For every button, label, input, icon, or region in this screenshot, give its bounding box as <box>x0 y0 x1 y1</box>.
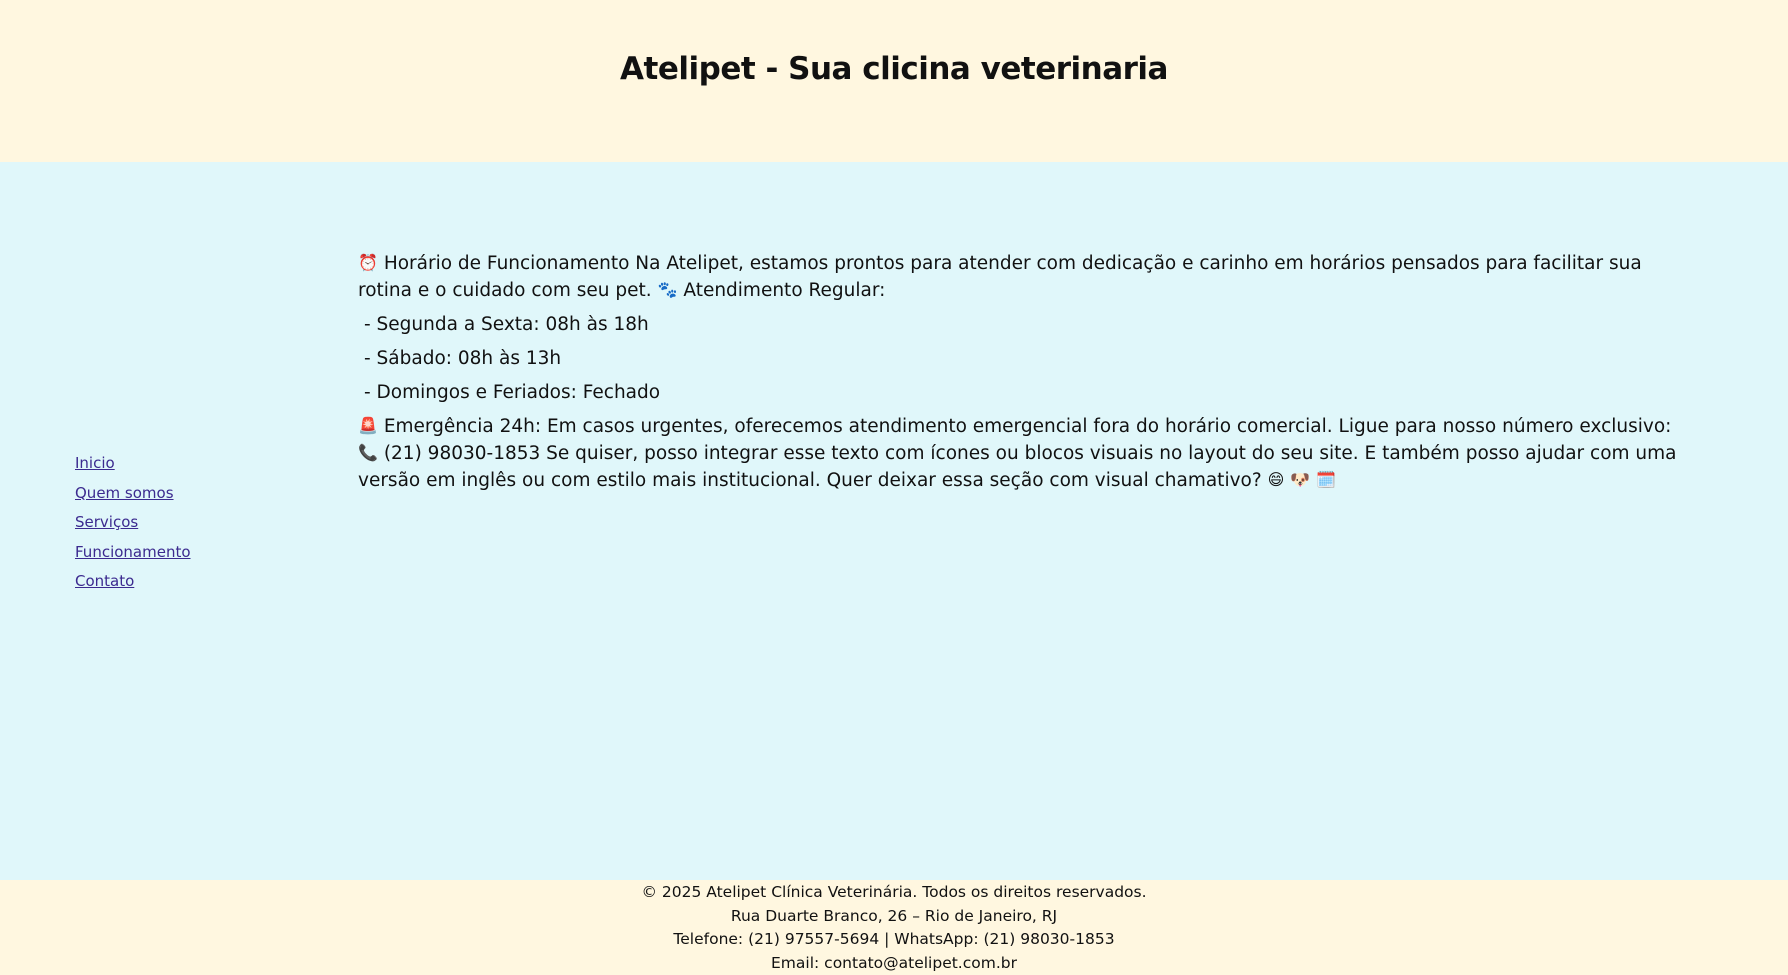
page-footer: © 2025 Atelipet Clínica Veterinária. Tod… <box>0 880 1788 975</box>
calendar-icon: 🗓️ <box>1316 472 1336 488</box>
phone-icon: 📞 <box>358 445 378 461</box>
nav-link-inicio[interactable]: Inicio <box>75 449 295 479</box>
footer-phone: Telefone: (21) 97557-5694 | WhatsApp: (2… <box>0 928 1788 952</box>
siren-icon: 🚨 <box>358 418 378 434</box>
grinning-face-icon: 😄 <box>1268 472 1285 488</box>
hours-sunday-holidays: - Domingos e Feriados: Fechado <box>358 379 1693 406</box>
footer-copyright: © 2025 Atelipet Clínica Veterinária. Tod… <box>0 881 1788 905</box>
nav-link-quem-somos[interactable]: Quem somos <box>75 479 295 509</box>
emergency-text-continued: (21) 98030-1853 Se quiser, posso integra… <box>358 443 1677 491</box>
paw-prints-icon: 🐾 <box>658 282 678 298</box>
hours-saturday: - Sábado: 08h às 13h <box>358 345 1693 372</box>
emergency-paragraph: 🚨 Emergência 24h: Em casos urgentes, ofe… <box>358 413 1693 494</box>
hours-section: ⏰ Horário de Funcionamento Na Atelipet, … <box>358 250 1693 494</box>
hours-intro: ⏰ Horário de Funcionamento Na Atelipet, … <box>358 250 1693 304</box>
sidebar-nav: Inicio Quem somos Serviços Funcionamento… <box>75 449 295 597</box>
hours-intro-text: Horário de Funcionamento Na Atelipet, es… <box>358 253 1642 301</box>
emergency-text: Emergência 24h: Em casos urgentes, ofere… <box>384 416 1672 437</box>
dog-face-icon: 🐶 <box>1290 472 1310 488</box>
regular-hours-heading: Atendimento Regular: <box>683 280 885 301</box>
nav-link-contato[interactable]: Contato <box>75 567 295 597</box>
nav-link-funcionamento[interactable]: Funcionamento <box>75 538 295 568</box>
page-title: Atelipet - Sua clicina veterinaria <box>620 51 1168 87</box>
footer-address: Rua Duarte Branco, 26 – Rio de Janeiro, … <box>0 905 1788 929</box>
page-header: Atelipet - Sua clicina veterinaria <box>0 0 1788 162</box>
alarm-clock-icon: ⏰ <box>358 255 378 271</box>
main-content-area: Inicio Quem somos Serviços Funcionamento… <box>0 162 1788 880</box>
footer-email: Email: contato@atelipet.com.br <box>0 952 1788 975</box>
nav-link-servicos[interactable]: Serviços <box>75 508 295 538</box>
hours-weekdays: - Segunda a Sexta: 08h às 18h <box>358 311 1693 338</box>
